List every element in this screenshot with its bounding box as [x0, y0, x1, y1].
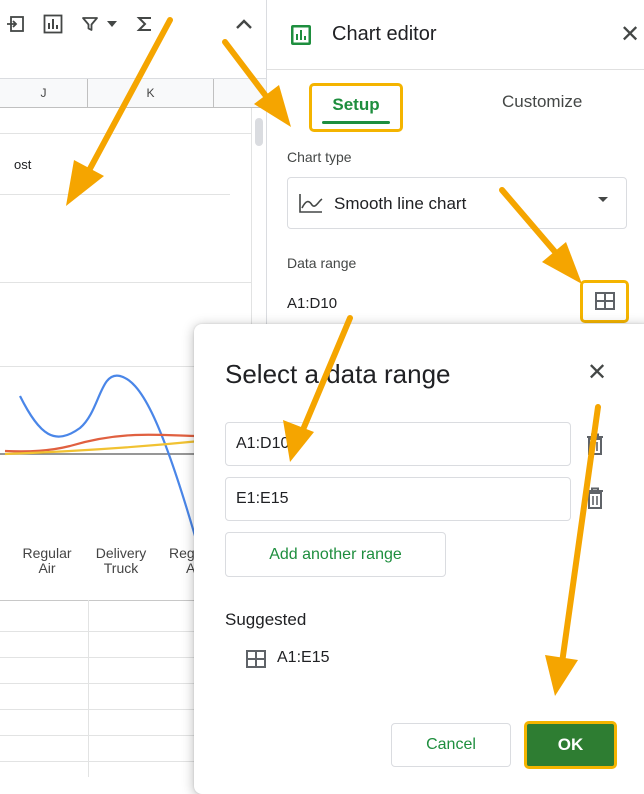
- trash-icon[interactable]: [584, 432, 606, 456]
- sheet-scrollbar[interactable]: [255, 118, 263, 146]
- suggested-range-item[interactable]: A1:E15: [240, 647, 380, 671]
- trash-icon[interactable]: [584, 486, 606, 510]
- chart-type-select[interactable]: Smooth line chart: [287, 177, 627, 229]
- filter-dropdown-icon[interactable]: [104, 12, 120, 36]
- column-header-row: J K: [0, 78, 266, 108]
- suggested-range-value: A1:E15: [277, 649, 330, 666]
- chevron-down-icon: [598, 197, 608, 202]
- sheet-toolbar: [0, 0, 266, 50]
- insert-icon[interactable]: [4, 12, 28, 36]
- chart-editor-title: Chart editor: [332, 23, 437, 45]
- close-icon[interactable]: ✕: [584, 360, 610, 386]
- row-divider: [0, 133, 252, 134]
- range-input-1[interactable]: [225, 422, 571, 466]
- grid-icon: [595, 292, 615, 310]
- data-range-value: A1:D10: [287, 295, 338, 312]
- suggested-label: Suggested: [225, 610, 307, 629]
- cancel-button[interactable]: Cancel: [391, 723, 511, 767]
- filter-icon[interactable]: [78, 12, 102, 36]
- active-tab-indicator: [322, 121, 390, 124]
- insert-chart-icon[interactable]: [41, 12, 65, 36]
- select-data-range-dialog: Select a data range ✕ Add another range …: [194, 324, 644, 794]
- tab-customize[interactable]: Customize: [502, 92, 582, 112]
- chart-x-category: Regular Air: [22, 545, 72, 576]
- chart-x-category: Delivery Truck: [95, 545, 147, 576]
- column-header-k[interactable]: K: [88, 79, 214, 108]
- grid-icon: [246, 650, 266, 668]
- range-input-2[interactable]: [225, 477, 571, 521]
- tab-setup-label: Setup: [332, 95, 380, 114]
- chart-series-line: [19, 374, 197, 537]
- smooth-line-chart-icon: [299, 194, 323, 213]
- row-divider: [0, 282, 252, 283]
- add-another-range-button[interactable]: Add another range: [225, 532, 446, 577]
- chart-icon: [291, 25, 311, 45]
- chart-type-label: Chart type: [287, 149, 352, 165]
- chart-editor-header: Chart editor ✕: [267, 0, 644, 70]
- chart-type-value: Smooth line chart: [334, 194, 467, 213]
- dialog-title: Select a data range: [225, 359, 451, 389]
- collapse-toolbar-icon[interactable]: [232, 12, 256, 36]
- row-divider: [0, 194, 230, 195]
- cell-text[interactable]: ost: [14, 157, 31, 172]
- select-data-range-button[interactable]: [580, 280, 629, 323]
- chart-series-line: [4, 439, 201, 456]
- close-icon[interactable]: ✕: [617, 22, 643, 48]
- tab-setup[interactable]: Setup: [309, 83, 403, 132]
- column-divider: [88, 600, 89, 777]
- data-range-label: Data range: [287, 255, 357, 271]
- column-header-j[interactable]: J: [0, 79, 88, 108]
- functions-icon[interactable]: [133, 12, 157, 36]
- ok-button[interactable]: OK: [524, 721, 617, 769]
